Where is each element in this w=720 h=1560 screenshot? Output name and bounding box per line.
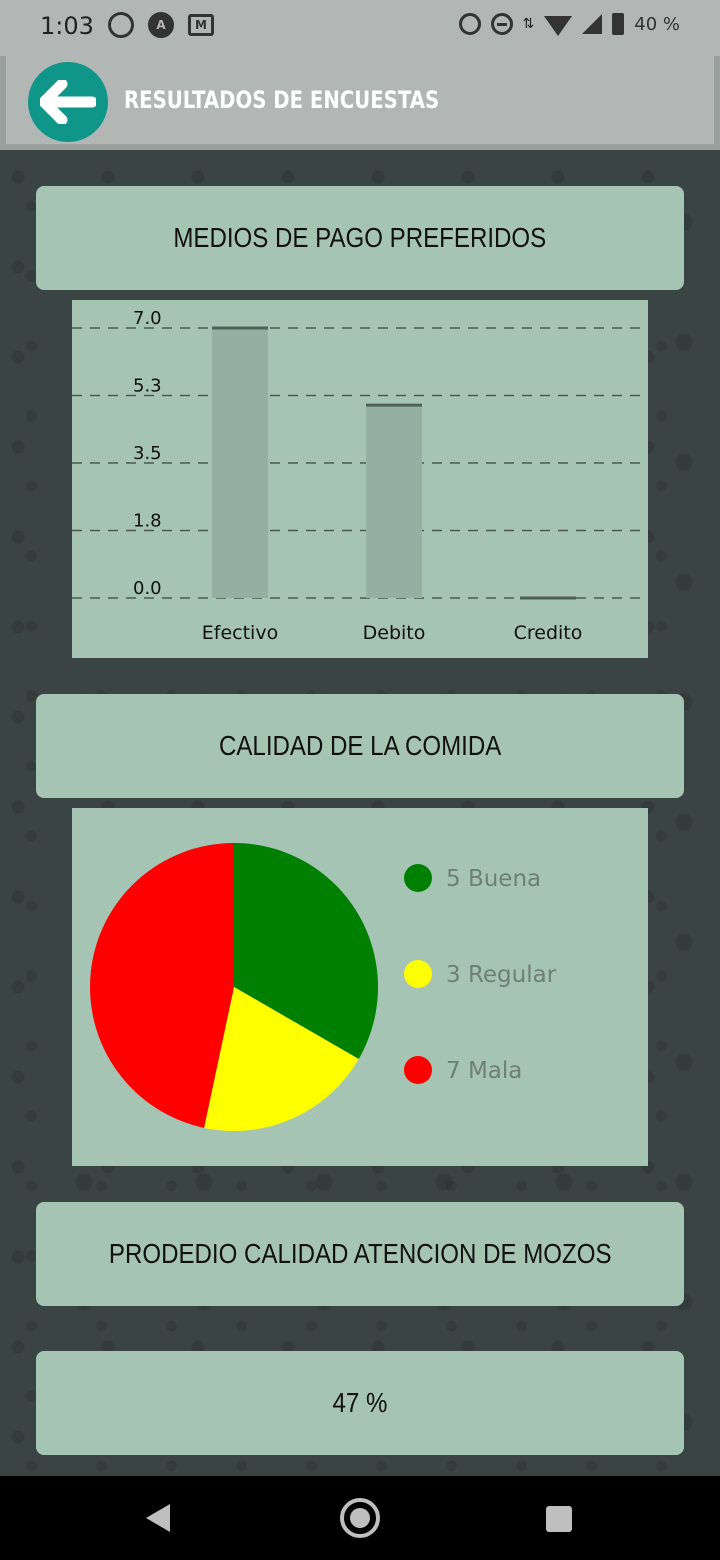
category-label: Credito: [514, 622, 583, 644]
y-tick-label: 0.0: [133, 578, 162, 599]
food-pie-chart: 5 Buena 3 Regular 7 Mala: [90, 843, 557, 1131]
data-arrows-icon: ⇅: [522, 16, 535, 32]
legend-swatch: [404, 960, 432, 988]
waiters-value-card: 47 %: [36, 1351, 684, 1455]
navigation-bar: [0, 1476, 720, 1560]
category-label: Debito: [363, 622, 426, 644]
nav-recents-icon[interactable]: [546, 1506, 572, 1532]
waiters-title-card: PRODEDIO CALIDAD ATENCION DE MOZOS: [36, 1202, 684, 1306]
bar-efectivo: [212, 328, 268, 598]
status-time: 1:03: [40, 12, 94, 40]
gmail-icon: M: [188, 14, 214, 36]
payment-title-card: MEDIOS DE PAGO PREFERIDOS: [36, 186, 684, 290]
legend-label: 7 Mala: [446, 1058, 522, 1084]
food-title-card: CALIDAD DE LA COMIDA: [36, 694, 684, 798]
waiters-title: PRODEDIO CALIDAD ATENCION DE MOZOS: [108, 1238, 612, 1269]
pie-slice-mala: [90, 843, 234, 1128]
legend-swatch: [404, 1056, 432, 1084]
legend-label: 5 Buena: [446, 866, 541, 892]
signal-icon: [582, 14, 603, 34]
arrow-left-icon: [40, 80, 96, 124]
page-title: RESULTADOS DE ENCUESTAS: [124, 86, 440, 114]
battery-level: 40 %: [634, 13, 680, 35]
back-button[interactable]: [28, 62, 108, 142]
wifi-icon: [544, 16, 573, 36]
whatsapp-icon: [108, 12, 134, 38]
dnd-icon: [490, 13, 513, 35]
legend-swatch: [404, 864, 432, 892]
food-chart-panel: 5 Buena 3 Regular 7 Mala: [72, 808, 648, 1166]
nav-home-icon[interactable]: [340, 1498, 380, 1538]
y-tick-label: 3.5: [133, 443, 162, 464]
app-a-icon: A: [148, 12, 174, 38]
alarm-icon: [458, 13, 481, 35]
payment-chart-panel: 0.0 1.8 3.5 5.3 7.0 Efectivo Debito Credito: [72, 300, 648, 658]
payment-title: MEDIOS DE PAGO PREFERIDOS: [173, 222, 547, 253]
waiters-percentage: 47 %: [332, 1387, 388, 1418]
legend-label: 3 Regular: [446, 962, 557, 988]
battery-icon: [612, 13, 625, 35]
y-tick-label: 7.0: [133, 308, 162, 329]
y-tick-label: 1.8: [133, 511, 162, 532]
bar-debito: [366, 405, 422, 598]
nav-back-icon[interactable]: [146, 1504, 170, 1532]
app-bar: RESULTADOS DE ENCUESTAS: [0, 56, 720, 150]
y-tick-label: 5.3: [133, 376, 162, 397]
food-title: CALIDAD DE LA COMIDA: [218, 730, 502, 761]
payment-bar-chart: 0.0 1.8 3.5 5.3 7.0 Efectivo Debito Credito: [72, 308, 648, 644]
category-label: Efectivo: [202, 622, 278, 644]
status-bar: 1:03 A M ⇅ 40 %: [0, 0, 720, 56]
